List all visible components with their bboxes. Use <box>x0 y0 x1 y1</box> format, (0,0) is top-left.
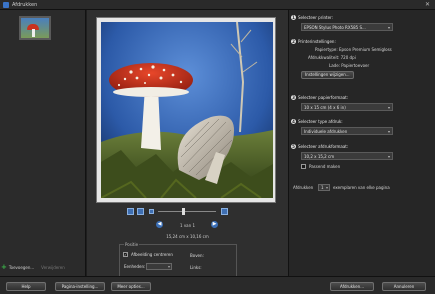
step-paper-size: 3 Selecteer papierformaat: <box>291 95 348 100</box>
copies-label: Afdrukken <box>293 185 314 190</box>
printer-select[interactable]: EPSON Stylus Photo RX585 S... <box>301 23 393 31</box>
preview-controls <box>122 208 242 218</box>
paper-type-text: Papiertype: Epson Premium Semigloss <box>315 47 392 52</box>
paper-size-select[interactable]: 10 x 15 cm (4 x 6 in) <box>301 103 393 111</box>
step-label: Selecteer type afdruk: <box>298 119 343 124</box>
print-size-select[interactable]: 10,2 x 15,2 cm <box>301 152 393 160</box>
button-bar: Help Pagina-instelling... Meer opties...… <box>0 276 435 294</box>
position-group: Positie ✓ Afbeelding centreren Eenheden:… <box>119 242 237 277</box>
crop-to-fit-checkbox[interactable] <box>301 164 306 169</box>
app-icon <box>3 2 9 8</box>
add-icon[interactable]: + <box>1 263 7 271</box>
zoom-slider[interactable] <box>158 211 216 212</box>
paper-tray-text: Lade: Papiertoevoer <box>329 63 370 68</box>
add-button[interactable]: Toevoegen... <box>9 265 34 270</box>
preview-page <box>96 17 276 203</box>
zoom-in-icon[interactable] <box>221 208 228 215</box>
center-image-label: Afbeelding centreren <box>131 252 173 257</box>
print-size-label: 15,24 cm x 10,16 cm <box>166 234 209 239</box>
settings-panel: 1 Selecteer printer: EPSON Stylus Photo R… <box>288 10 435 276</box>
photo-thumbnail[interactable] <box>19 16 51 40</box>
thumbnail-panel: + Toevoegen... Verwijderen <box>0 10 86 276</box>
close-icon[interactable]: ✕ <box>423 1 432 9</box>
print-quality-text: Afdrukkwaliteit: 720 dpi <box>308 55 356 60</box>
change-settings-button[interactable]: Instellingen wijzigen... <box>301 71 354 79</box>
crop-to-fit-label: Passend maken <box>309 164 341 169</box>
copies-input[interactable]: 1 <box>318 184 330 191</box>
title-bar: Afdrukken ✕ <box>0 0 435 10</box>
next-page-icon[interactable]: ▶ <box>211 221 218 228</box>
thumbnail-mushroom-stem <box>32 29 35 37</box>
preview-panel: ◀ 1 van 1 ▶ 15,24 cm x 10,16 cm Positie … <box>87 10 288 277</box>
page-indicator: 1 van 1 <box>180 223 195 228</box>
step-number: 4 <box>291 119 296 124</box>
cancel-button[interactable]: Annuleren <box>382 282 426 291</box>
units-select[interactable] <box>146 263 172 270</box>
step-label: Printerinstellingen: <box>298 39 336 44</box>
step-print-size: 5 Selecteer afdrukformaat: <box>291 144 348 149</box>
step-number: 3 <box>291 95 296 100</box>
position-legend: Positie <box>124 242 140 247</box>
step-label: Selecteer printer: <box>298 15 333 20</box>
copies-suffix: exemplaren van elke pagina <box>333 185 390 190</box>
step-print-type: 4 Selecteer type afdruk: <box>291 119 343 124</box>
thumbnail-actions: + Toevoegen... Verwijderen <box>1 263 65 271</box>
units-label: Eenheden: <box>124 264 146 269</box>
mushroom-photo <box>101 22 273 198</box>
step-printer-settings: 2 Printerinstellingen: <box>291 39 336 44</box>
more-options-button[interactable]: Meer opties... <box>111 282 151 291</box>
center-image-checkbox[interactable]: ✓ <box>123 252 128 257</box>
print-type-select[interactable]: Individuele afdrukken <box>301 127 393 135</box>
zoom-slider-handle[interactable] <box>182 208 185 215</box>
step-label: Selecteer papierformaat: <box>298 95 349 100</box>
rotate-right-icon[interactable] <box>137 208 144 215</box>
step-number: 5 <box>291 144 296 149</box>
preview-photo <box>101 22 273 198</box>
left-offset-label: Links: <box>190 265 202 270</box>
step-number: 2 <box>291 39 296 44</box>
print-button[interactable]: Afdrukken... <box>330 282 374 291</box>
window-title: Afdrukken <box>12 2 38 8</box>
rotate-left-icon[interactable] <box>127 208 134 215</box>
zoom-out-icon[interactable] <box>149 209 154 214</box>
top-offset-label: Boven: <box>190 253 204 258</box>
step-label: Selecteer afdrukformaat: <box>298 144 349 149</box>
help-button[interactable]: Help <box>6 282 46 291</box>
step-number: 1 <box>291 15 296 20</box>
page-setup-button[interactable]: Pagina-instelling... <box>55 282 105 291</box>
step-select-printer: 1 Selecteer printer: <box>291 15 333 20</box>
remove-button[interactable]: Verwijderen <box>41 265 65 270</box>
